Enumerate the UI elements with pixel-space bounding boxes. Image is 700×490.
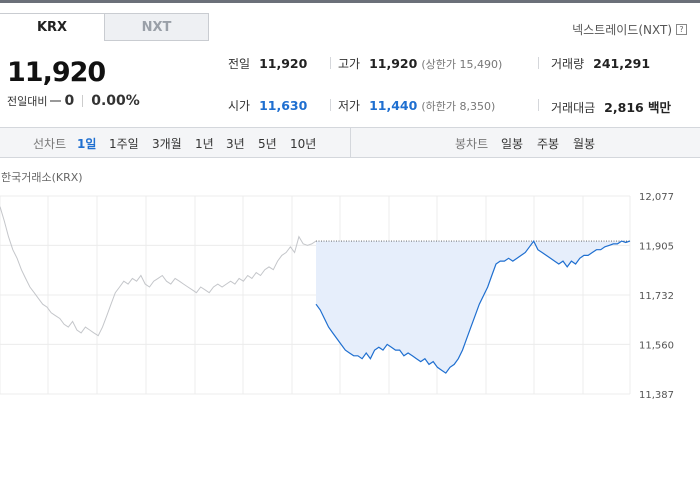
line-chart-label: 선차트 bbox=[33, 137, 67, 151]
candle-chart-label: 봉차트 bbox=[455, 137, 489, 151]
stat-label: 고가 bbox=[338, 57, 361, 71]
stat-value: 11,920 bbox=[259, 56, 308, 71]
divider bbox=[330, 57, 331, 69]
y-axis: 12,077 11,905 11,732 11,560 11,387 bbox=[639, 192, 674, 400]
candle-daily[interactable]: 일봉 bbox=[501, 135, 523, 152]
tab-krx[interactable]: KRX bbox=[0, 13, 105, 41]
toolbar-divider bbox=[350, 128, 351, 158]
range-3y[interactable]: 3년 bbox=[226, 135, 245, 152]
top-border bbox=[0, 0, 700, 3]
price-change: 전일대비 0 0.00% bbox=[7, 93, 140, 109]
price-chart: 12,077 11,905 11,732 11,560 11,387 bbox=[0, 192, 674, 400]
stat-low: 저가 11,440 (하한가 8,350) bbox=[338, 97, 495, 114]
chart-toolbar: 선차트 1일 1주일 3개월 1년 3년 5년 10년 봉차트 일봉 주봉 월봉 bbox=[0, 127, 700, 158]
y-tick-label: 11,560 bbox=[639, 340, 674, 351]
stat-label: 시가 bbox=[228, 99, 251, 113]
stat-label: 거래대금 bbox=[551, 101, 596, 115]
series-line-previous bbox=[0, 206, 317, 337]
stat-value: 241,291 bbox=[593, 56, 651, 71]
divider bbox=[330, 99, 331, 111]
range-1w[interactable]: 1주일 bbox=[109, 135, 139, 152]
range-3m[interactable]: 3개월 bbox=[152, 135, 182, 152]
change-value: 0 bbox=[64, 93, 75, 109]
range-1y[interactable]: 1년 bbox=[195, 135, 214, 152]
divider bbox=[82, 95, 84, 107]
candle-monthly[interactable]: 월봉 bbox=[573, 135, 595, 152]
stat-label: 거래량 bbox=[551, 57, 585, 71]
help-icon[interactable]: ? bbox=[676, 24, 687, 35]
range-5y[interactable]: 5년 bbox=[258, 135, 277, 152]
chart-grid bbox=[0, 195, 631, 395]
change-percent: 0.00% bbox=[91, 93, 140, 109]
stat-prev-close: 전일 11,920 bbox=[228, 55, 307, 72]
stat-value: 11,630 bbox=[259, 98, 308, 113]
stat-sub: (상한가 15,490) bbox=[421, 58, 503, 71]
current-price: 11,920 bbox=[7, 57, 106, 88]
market-tabs: KRX NXT bbox=[0, 13, 210, 42]
y-tick-label: 11,387 bbox=[639, 390, 674, 400]
stat-sub: (하한가 8,350) bbox=[421, 100, 496, 113]
stat-label: 전일 bbox=[228, 57, 251, 71]
stat-label: 저가 bbox=[338, 99, 361, 113]
stat-open: 시가 11,630 bbox=[228, 97, 307, 114]
stat-value: 11,440 bbox=[369, 98, 418, 113]
y-tick-label: 11,732 bbox=[639, 291, 674, 302]
y-tick-label: 12,077 bbox=[639, 192, 674, 203]
nxt-link[interactable]: 넥스트레이드(NXT) ? bbox=[572, 21, 687, 38]
stat-value: 11,920 bbox=[369, 56, 418, 71]
stat-amount: 거래대금 2,816 백만 bbox=[551, 97, 671, 116]
candle-weekly[interactable]: 주봉 bbox=[537, 135, 559, 152]
y-tick-label: 11,905 bbox=[639, 241, 674, 252]
range-10y[interactable]: 10년 bbox=[290, 135, 316, 152]
chart-source: 한국거래소(KRX) bbox=[1, 171, 83, 184]
nxt-link-label: 넥스트레이드(NXT) bbox=[572, 23, 672, 37]
stat-high: 고가 11,920 (상한가 15,490) bbox=[338, 55, 502, 72]
no-change-icon bbox=[50, 100, 62, 102]
divider bbox=[538, 99, 539, 111]
stat-volume: 거래량 241,291 bbox=[551, 55, 650, 72]
tab-nxt[interactable]: NXT bbox=[104, 13, 209, 41]
divider bbox=[538, 57, 539, 69]
change-label: 전일대비 bbox=[7, 95, 48, 108]
range-1d[interactable]: 1일 bbox=[77, 135, 96, 152]
stat-value: 2,816 백만 bbox=[604, 100, 672, 115]
